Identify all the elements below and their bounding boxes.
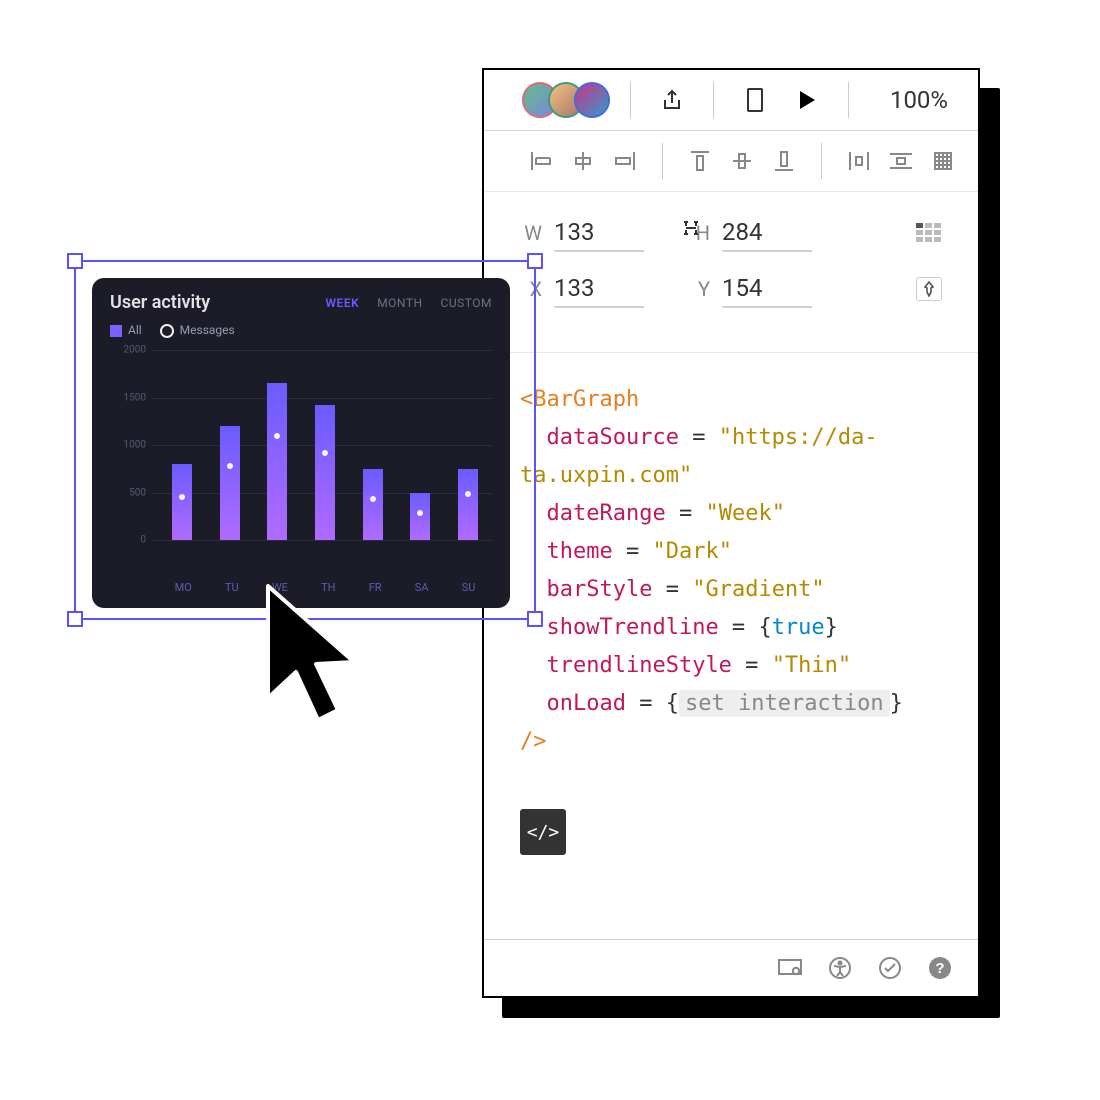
align-bottom-icon[interactable]: [769, 146, 799, 176]
width-input[interactable]: 133: [554, 214, 644, 252]
separator: [821, 143, 822, 179]
mouse-cursor-icon: [258, 580, 368, 740]
check-circle-icon[interactable]: [876, 954, 904, 982]
play-icon[interactable]: [792, 85, 822, 115]
separator: [630, 82, 631, 118]
separator: [848, 82, 849, 118]
code-panel[interactable]: <BarGraph dataSource = "https://da-ta.ux…: [484, 353, 978, 789]
distribute-v-icon[interactable]: [886, 146, 916, 176]
code-line: trendlineStyle = "Thin": [520, 647, 942, 685]
code-line: />: [520, 723, 942, 761]
resize-handle-sw[interactable]: [67, 611, 83, 627]
device-icon[interactable]: [740, 85, 770, 115]
x-input[interactable]: 133: [554, 270, 644, 308]
align-left-icon[interactable]: [526, 146, 556, 176]
pin-icon[interactable]: [916, 277, 942, 301]
constrain-icon[interactable]: [680, 218, 702, 238]
align-top-icon[interactable]: [685, 146, 715, 176]
code-line: <BarGraph: [520, 381, 942, 419]
export-icon[interactable]: [657, 85, 687, 115]
code-line: theme = "Dark": [520, 533, 942, 571]
alignment-toolbar: [484, 131, 978, 192]
code-line: showTrendline = {true}: [520, 609, 942, 647]
inspector-panel: 100% W 133 H 284: [482, 68, 980, 998]
panel-topbar: 100%: [484, 70, 978, 131]
screen-settings-icon[interactable]: [776, 954, 804, 982]
resize-handle-se[interactable]: [527, 611, 543, 627]
resize-handle-nw[interactable]: [67, 253, 83, 269]
avatar-3[interactable]: [574, 82, 610, 118]
grid-icon[interactable]: [928, 146, 958, 176]
code-line: onLoad = {set interaction}: [520, 685, 942, 723]
zoom-level[interactable]: 100%: [890, 86, 948, 114]
width-label: W: [520, 221, 542, 245]
y-label: Y: [688, 277, 710, 301]
anchor-grid-icon[interactable]: [916, 223, 942, 243]
accessibility-icon[interactable]: [826, 954, 854, 982]
help-icon[interactable]: ?: [926, 954, 954, 982]
align-right-icon[interactable]: [610, 146, 640, 176]
align-center-h-icon[interactable]: [568, 146, 598, 176]
code-line: ta.uxpin.com": [520, 457, 942, 495]
code-toggle-button[interactable]: </>: [520, 809, 566, 855]
code-line: dataSource = "https://da-: [520, 419, 942, 457]
resize-handle-ne[interactable]: [527, 253, 543, 269]
separator: [662, 143, 663, 179]
selection-frame[interactable]: [74, 260, 536, 620]
distribute-h-icon[interactable]: [844, 146, 874, 176]
separator: [713, 82, 714, 118]
svg-text:?: ?: [935, 960, 944, 977]
panel-bottombar: ?: [484, 939, 978, 996]
height-input[interactable]: 284: [722, 214, 812, 252]
code-line: dateRange = "Week": [520, 495, 942, 533]
code-line: barStyle = "Gradient": [520, 571, 942, 609]
align-center-v-icon[interactable]: [727, 146, 757, 176]
y-input[interactable]: 154: [722, 270, 812, 308]
geometry-section: W 133 H 284 X 133 Y 154: [484, 192, 978, 353]
collaborator-avatars[interactable]: [484, 82, 610, 118]
